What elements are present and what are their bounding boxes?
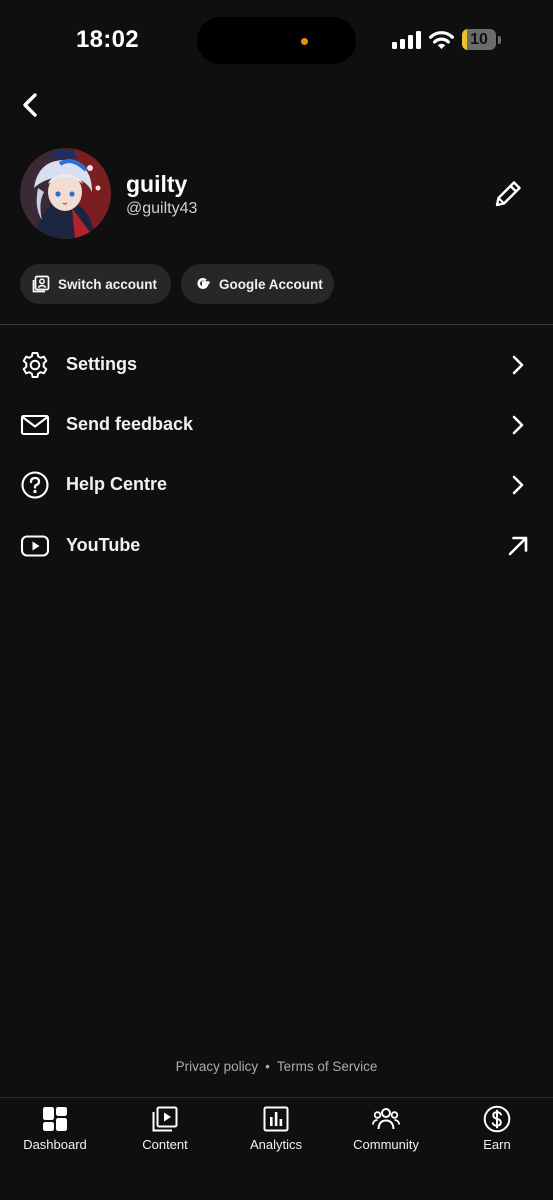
- menu-item-label: Settings: [66, 354, 138, 374]
- community-icon: [372, 1108, 400, 1130]
- nav-dashboard[interactable]: Dashboard: [0, 1098, 110, 1168]
- mail-icon: [20, 414, 50, 436]
- google-account-button[interactable]: Google Account: [181, 264, 334, 304]
- cellular-signal-icon: [392, 31, 421, 49]
- analytics-icon: [263, 1106, 289, 1132]
- privacy-policy-link[interactable]: Privacy policy: [176, 1059, 259, 1074]
- switch-account-label: Switch account: [58, 276, 158, 292]
- recording-indicator-dot: [301, 38, 308, 45]
- switch-account-icon: [32, 274, 52, 294]
- dynamic-island: [197, 17, 356, 64]
- content-icon: [152, 1106, 178, 1132]
- battery-level: 10: [470, 31, 488, 48]
- nav-content[interactable]: Content: [110, 1098, 220, 1168]
- help-circle-icon: [21, 471, 49, 499]
- gear-icon: [22, 352, 48, 378]
- section-divider: [0, 324, 553, 325]
- menu-item-label: Help Centre: [66, 474, 168, 494]
- back-arrow-icon[interactable]: [14, 88, 48, 122]
- footer-links: Privacy policy • Terms of Service: [0, 1059, 553, 1074]
- menu-item-help-centre[interactable]: Help Centre: [0, 455, 553, 515]
- external-arrow-icon: [508, 536, 528, 556]
- dashboard-icon: [43, 1107, 67, 1131]
- edit-pencil-icon[interactable]: [490, 176, 526, 212]
- menu-item-label: YouTube: [66, 535, 141, 555]
- nav-label: Community: [353, 1137, 419, 1152]
- nav-label: Content: [142, 1137, 188, 1152]
- chevron-right-icon: [512, 355, 524, 375]
- status-bar: 18:02 10: [0, 0, 553, 80]
- menu-item-youtube[interactable]: YouTube: [0, 516, 553, 576]
- switch-account-button[interactable]: Switch account: [20, 264, 171, 304]
- dollar-icon: [483, 1105, 511, 1133]
- google-account-label: Google Account: [219, 276, 323, 292]
- nav-analytics[interactable]: Analytics: [221, 1098, 331, 1168]
- menu-item-settings[interactable]: Settings: [0, 335, 553, 395]
- bottom-navigation: Dashboard Content Analytics Community Ea…: [0, 1097, 553, 1200]
- status-time: 18:02: [76, 26, 139, 53]
- nav-earn[interactable]: Earn: [442, 1098, 552, 1168]
- nav-label: Analytics: [249, 1137, 303, 1152]
- google-g-icon: [193, 274, 213, 294]
- channel-name: guilty: [126, 171, 188, 197]
- youtube-icon: [20, 535, 50, 557]
- channel-handle: @guilty43: [126, 200, 198, 217]
- menu-item-label: Send feedback: [66, 414, 194, 434]
- terms-of-service-link[interactable]: Terms of Service: [277, 1059, 378, 1074]
- avatar[interactable]: [20, 148, 111, 239]
- chevron-right-icon: [512, 475, 524, 495]
- footer-separator: •: [265, 1059, 270, 1074]
- nav-label: Earn: [483, 1137, 511, 1152]
- account-page: 18:02 10 guilty @guilty43 Switch account…: [0, 0, 553, 1200]
- chevron-right-icon: [512, 415, 524, 435]
- menu-item-send-feedback[interactable]: Send feedback: [0, 395, 553, 455]
- nav-community[interactable]: Community: [331, 1098, 441, 1168]
- battery-icon: 10: [462, 29, 502, 51]
- nav-label: Dashboard: [23, 1137, 87, 1152]
- wifi-icon: [429, 31, 454, 49]
